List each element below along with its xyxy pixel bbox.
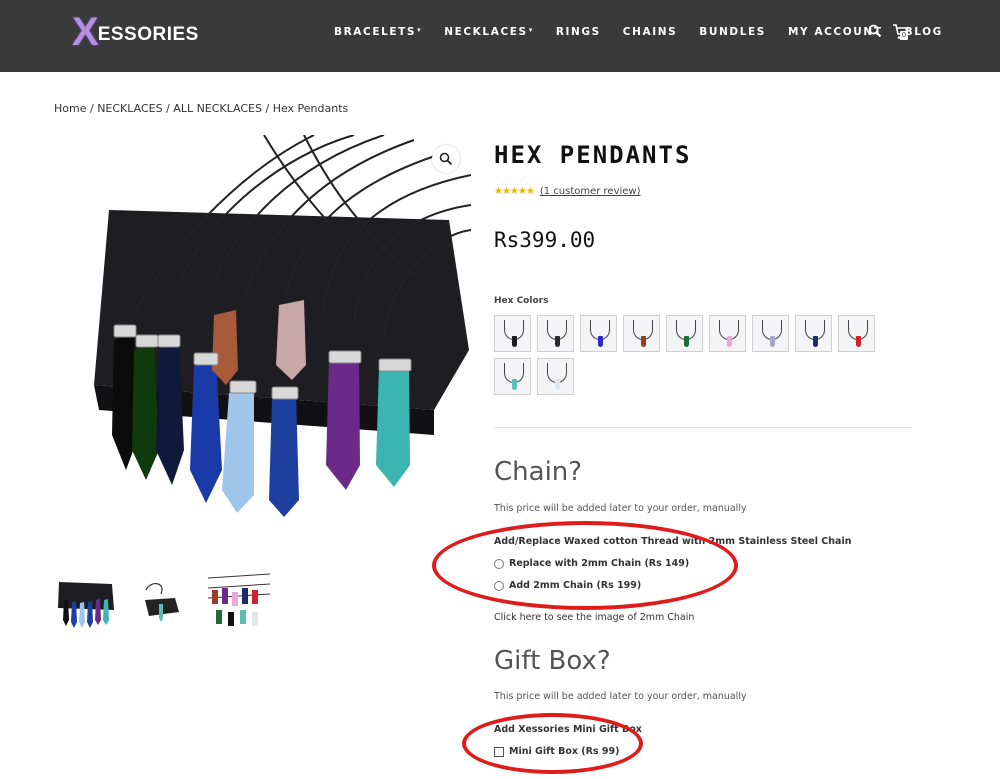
breadcrumb-all-necklaces[interactable]: ALL NECKLACES bbox=[173, 102, 262, 115]
site-logo[interactable]: X ESSORIES bbox=[72, 12, 199, 52]
nav-chains[interactable]: CHAINS bbox=[623, 26, 677, 38]
color-swatch-8[interactable] bbox=[795, 315, 832, 352]
caret-down-icon: ▾ bbox=[528, 26, 534, 34]
nav-bundles[interactable]: BUNDLES bbox=[699, 26, 766, 38]
swatch-gem bbox=[770, 336, 775, 347]
color-swatch-11[interactable] bbox=[537, 358, 574, 395]
breadcrumb-separator: / bbox=[162, 102, 174, 115]
nav-necklaces[interactable]: NECKLACES▾ bbox=[444, 26, 534, 38]
color-swatches bbox=[494, 315, 894, 395]
swatch-gem bbox=[598, 336, 603, 347]
thumbnail-1[interactable] bbox=[54, 570, 116, 632]
swatch-gem bbox=[555, 379, 560, 390]
attribute-label: Hex Colors bbox=[494, 296, 549, 306]
cart-count-badge: 0 bbox=[900, 31, 908, 40]
gift-note: This price will be added later to your o… bbox=[494, 691, 747, 702]
gift-heading: Gift Box? bbox=[494, 646, 611, 676]
logo-text: ESSORIES bbox=[97, 24, 199, 45]
breadcrumb: Home / NECKLACES / ALL NECKLACES / Hex P… bbox=[54, 102, 348, 115]
star-icon: ★★★★★ bbox=[494, 186, 535, 197]
color-swatch-2[interactable] bbox=[537, 315, 574, 352]
color-swatch-10[interactable] bbox=[494, 358, 531, 395]
pendants-photo bbox=[54, 135, 471, 517]
swatch-gem bbox=[512, 379, 517, 390]
annotation-ring-gift bbox=[462, 713, 643, 774]
nav-blog[interactable]: BLOG bbox=[905, 26, 943, 38]
breadcrumb-separator: / bbox=[86, 102, 98, 115]
color-swatch-4[interactable] bbox=[623, 315, 660, 352]
rating: ★★★★★ (1 customer review) bbox=[494, 186, 641, 197]
breadcrumb-current: Hex Pendants bbox=[272, 102, 349, 115]
search-icon[interactable] bbox=[868, 24, 882, 38]
breadcrumb-necklaces[interactable]: NECKLACES bbox=[97, 102, 162, 115]
swatch-gem bbox=[813, 336, 818, 347]
caret-down-icon: ▾ bbox=[417, 26, 423, 34]
swatch-gem bbox=[727, 336, 732, 347]
chain-note: This price will be added later to your o… bbox=[494, 503, 747, 514]
breadcrumb-home[interactable]: Home bbox=[54, 102, 86, 115]
magnifier-icon bbox=[439, 152, 453, 166]
color-swatch-1[interactable] bbox=[494, 315, 531, 352]
thumbnail-2[interactable] bbox=[131, 570, 193, 632]
swatch-gem bbox=[856, 336, 861, 347]
chain-heading: Chain? bbox=[494, 457, 583, 487]
product-main-image[interactable] bbox=[54, 135, 471, 517]
swatch-gem bbox=[684, 336, 689, 347]
swatch-gem bbox=[555, 336, 560, 347]
color-swatch-3[interactable] bbox=[580, 315, 617, 352]
zoom-button[interactable] bbox=[432, 145, 460, 173]
nav-rings[interactable]: RINGS bbox=[556, 26, 601, 38]
site-header: X ESSORIES BRACELETS▾ NECKLACES▾ RINGS C… bbox=[0, 0, 1000, 72]
swatch-gem bbox=[641, 336, 646, 347]
divider bbox=[494, 427, 912, 428]
thumbnail-gallery bbox=[54, 570, 270, 632]
review-link[interactable]: (1 customer review) bbox=[540, 186, 641, 197]
chain-image-link[interactable]: Click here to see the image of 2mm Chain bbox=[494, 612, 694, 623]
nav-bracelets[interactable]: BRACELETS▾ bbox=[334, 26, 422, 38]
product-price: Rs399.00 bbox=[494, 228, 596, 252]
annotation-ring-chain bbox=[432, 521, 738, 610]
swatch-gem bbox=[512, 336, 517, 347]
color-swatch-5[interactable] bbox=[666, 315, 703, 352]
breadcrumb-separator: / bbox=[261, 102, 273, 115]
thumbnail-3[interactable] bbox=[208, 570, 270, 632]
color-swatch-9[interactable] bbox=[838, 315, 875, 352]
logo-initial: X bbox=[72, 10, 99, 54]
product-title: HEX PENDANTS bbox=[494, 141, 692, 169]
color-swatch-6[interactable] bbox=[709, 315, 746, 352]
color-swatch-7[interactable] bbox=[752, 315, 789, 352]
